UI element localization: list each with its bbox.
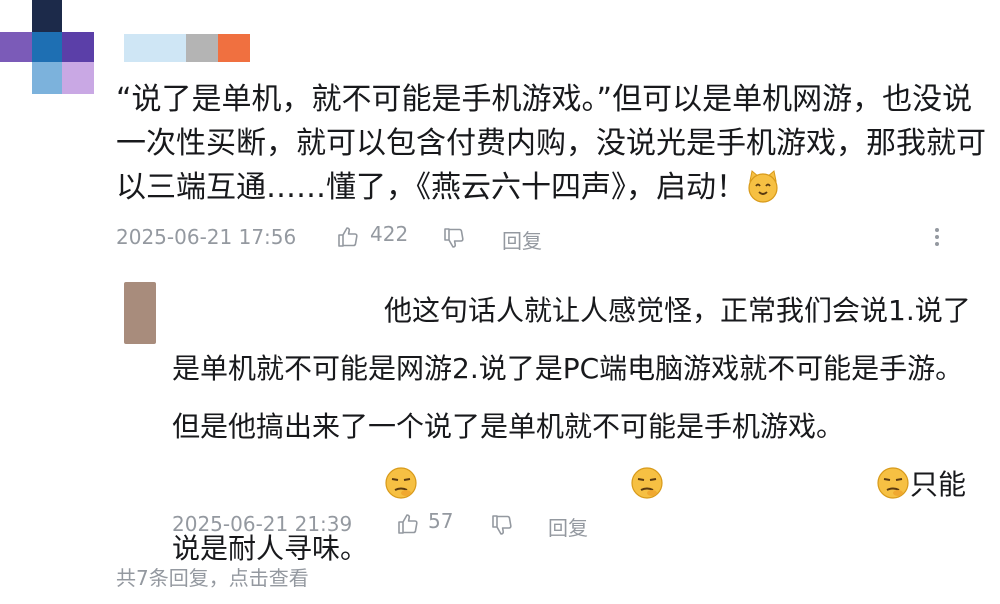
username-mask	[218, 34, 250, 62]
view-more-replies-link[interactable]: 共7条回复，点击查看	[116, 562, 309, 591]
avatar-pixel	[62, 32, 94, 62]
like-button[interactable]: 422	[336, 222, 416, 252]
comment-text: “说了是单机，就不可能是手机游戏。”但可以是单机网游，也没说一次性买断，就可以包…	[116, 78, 986, 216]
like-count: 422	[370, 222, 409, 246]
avatar-pixel	[32, 62, 62, 94]
reply-body-part1: 他这句话人就让人感觉怪，正常我们会说1.说了是单机就不可能是网游2.说了是PC端…	[172, 294, 971, 443]
reply-timestamp: 2025-06-21 21:39	[172, 512, 353, 536]
reply-dislike-button[interactable]	[490, 509, 520, 539]
avatar-pixel	[32, 0, 62, 32]
thumbs-up-icon	[338, 227, 358, 247]
reply-reply-button[interactable]: 回复	[548, 512, 588, 541]
thumbs-down-icon	[492, 515, 512, 535]
username-mask	[186, 34, 218, 62]
username-mask	[124, 34, 186, 62]
thumbs-up-icon	[398, 514, 418, 534]
avatar-pixel	[62, 62, 94, 94]
avatar-pixel	[32, 32, 62, 62]
more-vertical-icon	[935, 228, 939, 246]
thinking-emoji	[664, 462, 910, 520]
avatar-pixel	[0, 32, 32, 62]
cat-smile-emoji	[746, 169, 780, 216]
reply-button[interactable]: 回复	[502, 225, 542, 254]
comment-body: “说了是单机，就不可能是手机游戏。”但可以是单机网游，也没说一次性买断，就可以包…	[116, 82, 986, 205]
reply-avatar[interactable]	[124, 282, 156, 344]
username[interactable]	[124, 34, 250, 62]
avatar[interactable]	[0, 0, 100, 100]
reply-like-count: 57	[428, 509, 454, 533]
comment-timestamp: 2025-06-21 17:56	[116, 225, 297, 249]
more-options-button[interactable]	[930, 224, 944, 252]
thumbs-down-icon	[444, 228, 464, 248]
dislike-button[interactable]	[442, 222, 472, 252]
reply-like-button[interactable]: 57	[396, 509, 466, 539]
